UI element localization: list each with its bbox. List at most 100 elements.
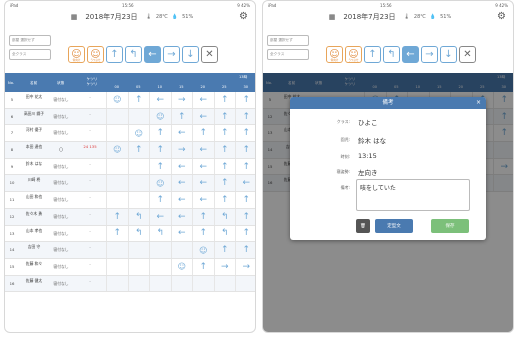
posture-cell[interactable]: ←: [149, 92, 171, 108]
posture-cell[interactable]: ←: [170, 208, 193, 225]
posture-cell[interactable]: ↰: [213, 208, 236, 225]
posture-cell[interactable]: ↑: [235, 208, 255, 225]
posture-cell[interactable]: ↑: [213, 142, 236, 158]
posture-cell[interactable]: ↑: [192, 125, 214, 142]
table-row[interactable]: 12佐々木 勇寝付なし-↑↰←←↑↰↑: [5, 208, 255, 226]
posture-cell[interactable]: ←: [170, 158, 193, 175]
posture-cell[interactable]: ←: [235, 175, 255, 192]
posture-button[interactable]: ↰: [125, 46, 142, 63]
posture-button[interactable]: ☺ 仰向け: [326, 46, 343, 63]
posture-cell[interactable]: [106, 275, 128, 292]
table-row[interactable]: 8 本田 達也〇 24 135 ☺ ↑ ↑ → ← ↑ ↑: [5, 142, 255, 159]
posture-cell[interactable]: →: [235, 258, 255, 275]
posture-cell[interactable]: ↑: [235, 125, 255, 142]
posture-cell[interactable]: ↑: [170, 108, 193, 125]
table-row[interactable]: 14 吉田 守寝付なし - ☺ ↑ ↑: [5, 242, 255, 259]
posture-cell[interactable]: ↑: [192, 258, 214, 275]
posture-button[interactable]: ☺ 仰向け: [68, 46, 85, 63]
posture-cell[interactable]: ↑: [213, 175, 236, 192]
posture-cell[interactable]: ←: [192, 142, 214, 158]
close-icon[interactable]: ×: [476, 97, 481, 109]
posture-cell[interactable]: [106, 192, 128, 208]
posture-cell[interactable]: ↑: [192, 225, 214, 242]
posture-cell[interactable]: ↑: [235, 225, 255, 242]
posture-cell[interactable]: ↑: [213, 242, 236, 258]
posture-cell[interactable]: ←: [170, 225, 193, 242]
posture-cell[interactable]: [127, 192, 150, 208]
room-select[interactable]: 部屋 選択せず: [267, 35, 309, 46]
posture-cell[interactable]: ↑: [106, 208, 128, 225]
posture-button[interactable]: →: [163, 46, 180, 63]
posture-cell[interactable]: ↑: [106, 225, 128, 242]
table-row[interactable]: 7 河村 優子 寝付なし - ☺ ↑ ← ↑ ↑ ↑: [5, 125, 255, 143]
template-button[interactable]: 定型文: [375, 219, 413, 233]
posture-cell[interactable]: ↑: [213, 192, 236, 208]
posture-cell[interactable]: ☺: [106, 142, 128, 158]
posture-cell[interactable]: ↑: [213, 158, 236, 175]
table-row[interactable]: 6 高田川 鋼子 寝付なし - ☺ ↑ ← ↑ ↑: [5, 108, 255, 126]
table-row[interactable]: 13山本 孝也寝付なし-↑↰↰←↑↰↑: [5, 225, 255, 243]
posture-cell[interactable]: ←: [192, 192, 214, 208]
posture-cell[interactable]: ↑: [213, 108, 236, 125]
posture-cell[interactable]: ←: [192, 108, 214, 125]
table-row[interactable]: 16 佐藤 健太寝付なし -: [5, 275, 255, 293]
posture-button[interactable]: ←: [402, 46, 419, 63]
delete-button[interactable]: 🗑: [356, 219, 370, 233]
class-select[interactable]: 全クラス: [9, 49, 51, 60]
posture-cell[interactable]: ↰: [149, 225, 171, 242]
posture-cell[interactable]: ←: [170, 125, 193, 142]
posture-cell[interactable]: ↰: [127, 208, 150, 225]
date-label[interactable]: 2018年7月23日: [343, 12, 395, 22]
posture-cell[interactable]: [170, 242, 193, 258]
posture-cell[interactable]: ☺: [149, 175, 171, 192]
posture-button[interactable]: ↑: [106, 46, 123, 63]
posture-cell[interactable]: [106, 158, 128, 175]
calendar-icon[interactable]: ▦: [71, 13, 78, 21]
posture-button[interactable]: ←: [144, 46, 161, 63]
posture-cell[interactable]: ↑: [235, 242, 255, 258]
posture-button[interactable]: →: [421, 46, 438, 63]
posture-cell[interactable]: [170, 275, 193, 292]
posture-cell[interactable]: ←: [149, 208, 171, 225]
posture-cell[interactable]: ☺: [170, 258, 193, 275]
posture-cell[interactable]: ←: [192, 92, 214, 108]
posture-cell[interactable]: [127, 108, 150, 125]
calendar-icon[interactable]: ▦: [329, 13, 336, 21]
posture-button[interactable]: ✕: [459, 46, 476, 63]
table-row[interactable]: 5田中 花太寝付なし-☺↑←→←↑↑: [5, 92, 255, 109]
posture-cell[interactable]: ↑: [149, 158, 171, 175]
posture-cell[interactable]: ↑: [235, 192, 255, 208]
posture-cell[interactable]: [149, 275, 171, 292]
posture-cell[interactable]: ↑: [149, 142, 171, 158]
posture-cell[interactable]: ←: [170, 175, 193, 192]
gear-icon[interactable]: ⚙: [497, 11, 506, 22]
posture-cell[interactable]: ↰: [213, 225, 236, 242]
posture-button[interactable]: ↓: [440, 46, 457, 63]
posture-cell[interactable]: ↑: [213, 92, 236, 108]
save-button[interactable]: 保存: [431, 219, 469, 233]
posture-cell[interactable]: [213, 275, 236, 292]
posture-cell[interactable]: →: [170, 142, 193, 158]
posture-cell[interactable]: →: [213, 258, 236, 275]
posture-cell[interactable]: ↑: [213, 125, 236, 142]
room-select[interactable]: 部屋 選択せず: [9, 35, 51, 46]
table-row[interactable]: 15佐藤 和々寝付なし-☺↑→→: [5, 258, 255, 276]
posture-button[interactable]: ✕: [201, 46, 218, 63]
date-label[interactable]: 2018年7月23日: [85, 12, 137, 22]
posture-cell[interactable]: ←: [170, 192, 193, 208]
posture-cell[interactable]: ←: [192, 158, 214, 175]
posture-cell[interactable]: [127, 158, 150, 175]
posture-cell[interactable]: ↰: [127, 225, 150, 242]
table-row[interactable]: 9 鈴木 はな 寝付なし - ↑ ← ← ↑ ↑: [5, 158, 255, 176]
posture-cell[interactable]: ↑: [149, 192, 171, 208]
posture-cell[interactable]: ↑: [235, 92, 255, 108]
posture-cell[interactable]: ↑: [127, 142, 150, 158]
posture-cell[interactable]: ↑: [235, 108, 255, 125]
posture-cell[interactable]: [106, 108, 128, 125]
posture-button[interactable]: ↓: [182, 46, 199, 63]
table-row[interactable]: 10 川崎 柊寝付なし - ☺ ← ← ↑ ←: [5, 175, 255, 193]
posture-cell[interactable]: [106, 258, 128, 275]
posture-cell[interactable]: ☺: [149, 108, 171, 125]
posture-cell[interactable]: [235, 275, 255, 292]
posture-cell[interactable]: ☺: [106, 92, 128, 108]
